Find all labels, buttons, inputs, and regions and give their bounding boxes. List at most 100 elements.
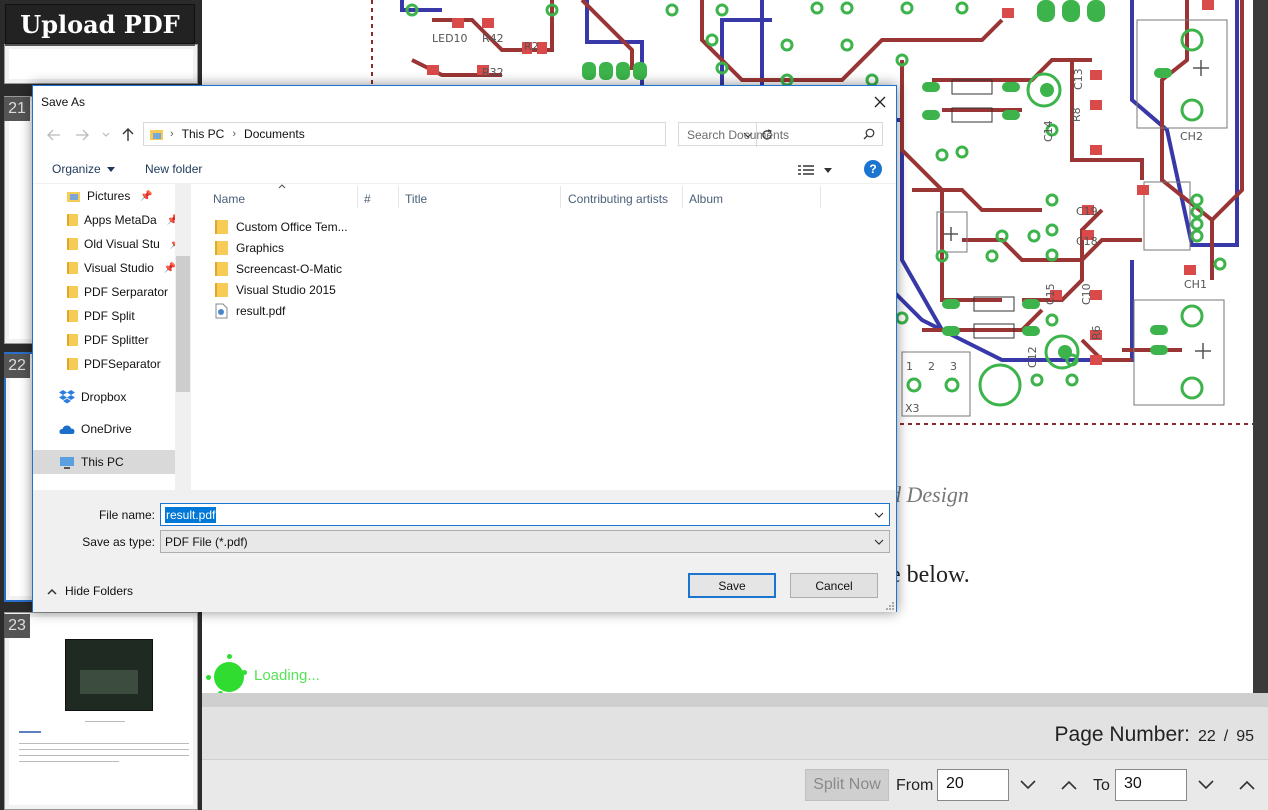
pcb-label: R32	[482, 66, 504, 79]
arrow-right-icon	[76, 129, 89, 141]
nav-item-label: OneDrive	[81, 422, 132, 436]
pcb-label: 2	[928, 360, 935, 373]
thumbnail-number: 23	[4, 614, 30, 638]
save-as-type-select[interactable]: PDF File (*.pdf)	[160, 530, 890, 553]
nav-item-pdf-splitter[interactable]: PDF Splitter	[67, 328, 149, 352]
column-header-contributing-artists[interactable]: Contributing artists	[568, 192, 668, 206]
scrollbar-thumb[interactable]	[176, 256, 190, 392]
column-divider[interactable]	[398, 186, 399, 208]
new-folder-button[interactable]: New folder	[145, 162, 202, 176]
dialog-toolbar: Organize New folder ?	[33, 154, 896, 184]
dialog-titlebar[interactable]: Save As	[33, 86, 896, 118]
file-row[interactable]: Visual Studio 2015	[215, 279, 336, 300]
thumbnail-page-20[interactable]	[4, 44, 198, 84]
thumbnail-page-content	[9, 49, 193, 79]
file-row[interactable]: result.pdf	[215, 300, 285, 321]
to-label: To	[1093, 777, 1110, 794]
folder-location-icon	[150, 130, 163, 140]
help-button[interactable]: ?	[864, 160, 882, 178]
to-page-input[interactable]: 30	[1115, 769, 1187, 801]
navigation-row: › This PC › Documents Search Documents	[33, 122, 896, 148]
file-row[interactable]: Custom Office Tem...	[215, 216, 348, 237]
column-divider[interactable]	[560, 186, 561, 208]
pcb-label: C19	[1076, 205, 1098, 218]
thumbnail-text-line	[19, 731, 41, 733]
split-now-button[interactable]: Split Now	[805, 769, 889, 801]
pcb-label: C12	[1026, 346, 1039, 368]
pcb-label: R8	[1070, 107, 1083, 122]
from-label: From	[896, 777, 934, 794]
change-view-button[interactable]	[798, 161, 838, 179]
hide-folders-label: Hide Folders	[65, 584, 134, 598]
from-page-input[interactable]: 20	[937, 769, 1009, 801]
nav-item-label: PDF Splitter	[84, 333, 149, 347]
loading-indicator: Loading...	[206, 654, 320, 693]
folder-icon	[67, 262, 78, 274]
save-as-type-dropdown[interactable]	[873, 535, 885, 549]
file-row[interactable]: Screencast-O-Matic	[215, 258, 342, 279]
upload-pdf-button[interactable]: Upload PDF	[5, 4, 195, 44]
chevron-down-icon	[874, 512, 884, 518]
viewer-scrollbar[interactable]	[1253, 0, 1268, 693]
save-as-type-label: Save as type:	[82, 535, 155, 549]
organize-button[interactable]: Organize	[52, 162, 115, 176]
file-name-dropdown[interactable]	[873, 508, 885, 522]
column-header-album[interactable]: Album	[689, 192, 723, 206]
save-button[interactable]: Save	[688, 573, 776, 598]
nav-item-pdf-split[interactable]: PDF Split	[67, 304, 135, 328]
file-list-header: Name # Title Contributing artists Album	[191, 184, 896, 210]
file-list: Name # Title Contributing artists Album …	[191, 184, 896, 490]
save-as-type-value: PDF File (*.pdf)	[165, 534, 248, 549]
address-bar[interactable]: › This PC › Documents	[143, 122, 772, 147]
thumbnail-page-23[interactable]	[4, 612, 198, 810]
file-name-input[interactable]: result.pdf	[160, 503, 890, 526]
nav-item-visual-studio[interactable]: Visual Studio 📌	[67, 256, 176, 280]
thumbnail-text-line	[19, 761, 119, 762]
file-name-label: File name:	[98, 508, 155, 522]
nav-item-dropbox[interactable]: Dropbox	[59, 385, 126, 409]
nav-item-pdf-serparator[interactable]: PDF Serparator	[67, 280, 168, 304]
navigation-pane-scrollbar[interactable]	[175, 184, 191, 490]
from-decrement-button[interactable]	[1011, 769, 1045, 801]
nav-item-apps-metada[interactable]: Apps MetaDa 📌	[67, 208, 179, 232]
file-name-value: result.pdf	[165, 506, 217, 523]
nav-item-label: PDF Split	[84, 309, 135, 323]
hide-folders-button[interactable]: Hide Folders	[47, 584, 133, 598]
column-header-number[interactable]: #	[364, 192, 371, 206]
dropbox-icon	[59, 390, 75, 404]
resize-grip-icon[interactable]	[884, 600, 894, 610]
page-number-bar: Page Number: 22 / 95	[202, 693, 1268, 759]
nav-item-partial[interactable]	[59, 480, 75, 490]
arrow-left-icon	[47, 129, 60, 141]
pcb-label: X3	[905, 402, 920, 415]
to-increment-button[interactable]	[1230, 769, 1264, 801]
cancel-button[interactable]: Cancel	[790, 573, 878, 598]
close-icon	[874, 96, 886, 108]
column-divider[interactable]	[357, 186, 358, 208]
close-button[interactable]	[870, 92, 890, 112]
nav-item-pictures[interactable]: Pictures 📌	[67, 184, 153, 208]
column-divider[interactable]	[682, 186, 683, 208]
column-header-name[interactable]: Name	[213, 192, 245, 206]
column-divider[interactable]	[820, 186, 821, 208]
pdf-file-icon	[215, 303, 228, 318]
forward-button[interactable]	[73, 126, 91, 144]
up-button[interactable]	[119, 126, 137, 144]
nav-item-this-pc[interactable]: This PC	[33, 450, 175, 474]
column-header-title[interactable]: Title	[405, 192, 427, 206]
nav-item-old-visual-studio[interactable]: Old Visual Stu 📌	[67, 232, 182, 256]
breadcrumb-this-pc[interactable]: This PC	[182, 127, 225, 141]
back-button[interactable]	[45, 126, 63, 144]
to-decrement-button[interactable]	[1189, 769, 1223, 801]
pcb-label: 1	[906, 360, 913, 373]
search-input[interactable]: Search Documents	[678, 122, 883, 146]
file-name: Custom Office Tem...	[236, 219, 348, 234]
thumbnail-page-content	[9, 617, 193, 805]
from-increment-button[interactable]	[1052, 769, 1086, 801]
folder-icon	[215, 240, 228, 255]
recent-locations-button[interactable]	[97, 126, 115, 144]
nav-item-pdfseparator[interactable]: PDFSeparator	[67, 352, 161, 376]
breadcrumb-documents[interactable]: Documents	[244, 127, 305, 141]
file-row[interactable]: Graphics	[215, 237, 284, 258]
nav-item-onedrive[interactable]: OneDrive	[59, 417, 132, 441]
